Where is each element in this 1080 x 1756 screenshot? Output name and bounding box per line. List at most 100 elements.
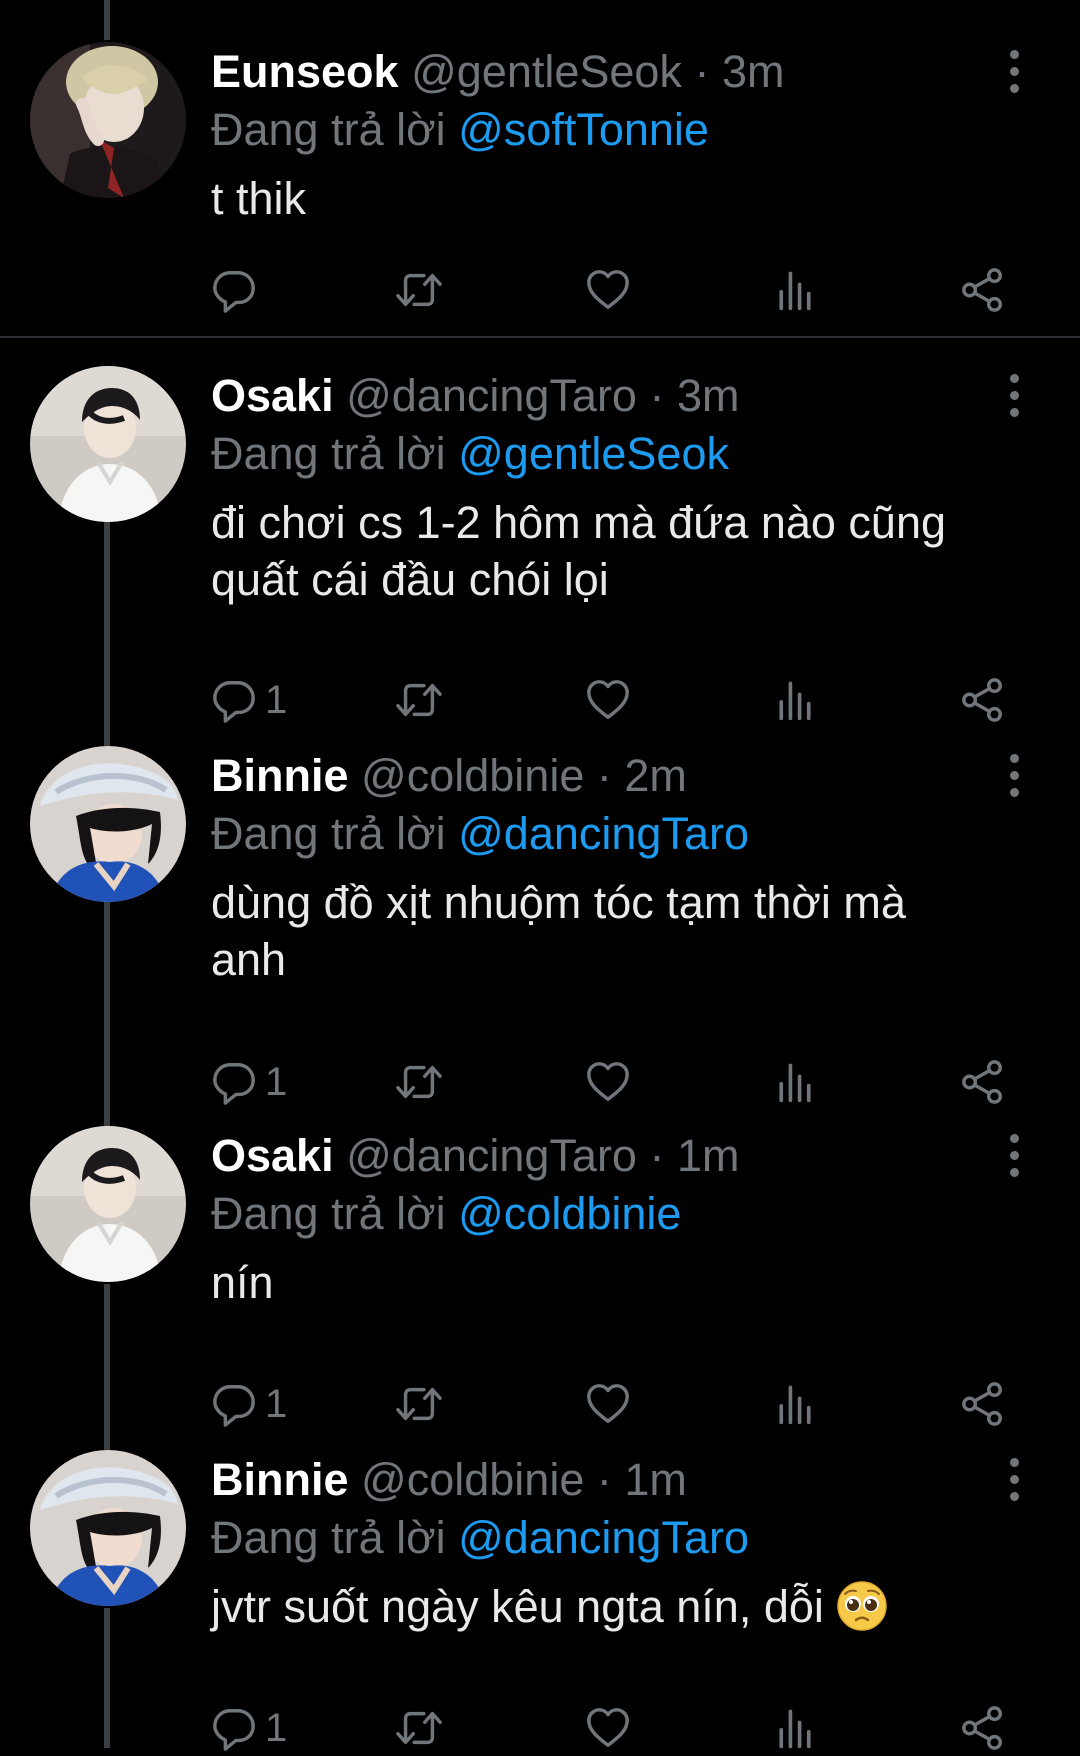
tweet-content: Eunseok @gentleSeok · 3m Đang trả lời @s… [211,42,1011,227]
more-options-button[interactable] [1008,1458,1020,1502]
display-name[interactable]: Osaki [211,1130,334,1181]
tweet-text-line: đi chơi cs 1-2 hôm mà đứa nào cũng [211,497,947,548]
tweet-content: Osaki @dancingTaro · 3m Đang trả lời @ge… [211,366,1011,608]
tweet-header: Binnie @coldbinie · 2m [211,746,1011,806]
share-button[interactable] [960,1054,1006,1110]
retweet-icon [395,1705,443,1751]
more-icon [1010,1458,1019,1467]
avatar[interactable] [30,1126,186,1282]
tweet-header: Binnie @coldbinie · 1m [211,1450,1011,1510]
user-handle[interactable]: @dancingTaro [346,1130,637,1181]
retweet-button[interactable] [395,1376,443,1432]
separator-dot: · [694,46,710,97]
like-icon [585,1059,631,1105]
user-handle[interactable]: @gentleSeok [411,46,682,97]
views-button[interactable] [773,672,817,728]
views-icon [773,1705,817,1751]
like-button[interactable] [585,262,631,318]
mention-link[interactable]: @coldbinie [458,1188,681,1239]
like-button[interactable] [585,1054,631,1110]
like-button[interactable] [585,1376,631,1432]
display-name[interactable]: Binnie [211,750,349,801]
timestamp[interactable]: 3m [677,370,740,421]
tweet-header: Osaki @dancingTaro · 3m [211,366,1011,426]
tweet-content: Osaki @dancingTaro · 1m Đang trả lời @co… [211,1126,1011,1311]
more-icon [1010,50,1019,59]
more-options-button[interactable] [1008,1134,1020,1178]
thread-connector-line [104,902,110,1128]
tweet-actions: 1 [211,1376,1011,1432]
reply-button[interactable] [211,262,265,318]
mention-link[interactable]: @softTonnie [458,104,709,155]
more-options-button[interactable] [1008,754,1020,798]
like-button[interactable] [585,672,631,728]
more-options-button[interactable] [1008,374,1020,418]
tweet-text-line: jvtr suốt ngày kêu ngta nín, dỗi [211,1581,824,1632]
reply-count: 1 [265,1059,288,1104]
more-icon [1010,391,1019,400]
retweet-icon [395,677,443,723]
tweet-text: dùng đồ xịt nhuộm tóc tạm thời mà anh [211,874,1011,988]
thread-connector-line [104,1284,110,1452]
replying-to-label: Đang trả lời [211,104,446,155]
views-icon [773,1059,817,1105]
share-button[interactable] [960,1376,1006,1432]
retweet-button[interactable] [395,262,443,318]
views-icon [773,1381,817,1427]
reply-icon [211,677,257,723]
tweet-header: Osaki @dancingTaro · 1m [211,1126,1011,1186]
separator-dot: · [596,750,612,801]
replying-to: Đang trả lời @coldbinie [211,1186,1011,1246]
tweet-text: t thik [211,170,1011,227]
tweet-content: Binnie @coldbinie · 1m Đang trả lời @dan… [211,1450,1011,1635]
tweet-text: nín [211,1254,1011,1311]
avatar[interactable] [30,1450,186,1606]
share-icon [960,267,1006,313]
views-icon [773,677,817,723]
avatar[interactable] [30,746,186,902]
user-handle[interactable]: @dancingTaro [346,370,637,421]
separator-dot: · [649,370,665,421]
like-icon [585,1705,631,1751]
user-handle[interactable]: @coldbinie [361,1454,584,1505]
more-options-button[interactable] [1008,50,1020,94]
display-name[interactable]: Eunseok [211,46,399,97]
reply-count: 1 [265,1381,288,1426]
mention-link[interactable]: @gentleSeok [458,428,729,479]
timestamp[interactable]: 3m [722,46,785,97]
more-icon [1010,1134,1019,1143]
avatar[interactable] [30,366,186,522]
reply-button[interactable]: 1 [211,1054,287,1110]
views-icon [773,267,817,313]
views-button[interactable] [773,1376,817,1432]
share-button[interactable] [960,262,1006,318]
avatar[interactable] [30,42,186,198]
share-button[interactable] [960,672,1006,728]
reply-button[interactable]: 1 [211,672,287,728]
retweet-icon [395,267,443,313]
tweet-text-line: dùng đồ xịt nhuộm tóc tạm thời mà [211,877,906,928]
separator-dot: · [649,1130,665,1181]
share-icon [960,1705,1006,1751]
timestamp[interactable]: 1m [677,1130,740,1181]
reply-button[interactable]: 1 [211,1376,287,1432]
more-icon [1010,754,1019,763]
tweet-actions [211,262,1011,318]
display-name[interactable]: Binnie [211,1454,349,1505]
views-button[interactable] [773,1054,817,1110]
display-name[interactable]: Osaki [211,370,334,421]
timestamp[interactable]: 2m [624,750,687,801]
thread-connector-line [104,522,110,748]
mention-link[interactable]: @dancingTaro [458,1512,749,1563]
retweet-button[interactable] [395,1054,443,1110]
tweet-text-line: t thik [211,173,307,224]
mention-link[interactable]: @dancingTaro [458,808,749,859]
replying-to-label: Đang trả lời [211,1188,446,1239]
views-button[interactable] [773,262,817,318]
replying-to: Đang trả lời @dancingTaro [211,1510,1011,1570]
replying-to-label: Đang trả lời [211,428,446,479]
user-handle[interactable]: @coldbinie [361,750,584,801]
retweet-icon [395,1381,443,1427]
retweet-button[interactable] [395,672,443,728]
timestamp[interactable]: 1m [624,1454,687,1505]
